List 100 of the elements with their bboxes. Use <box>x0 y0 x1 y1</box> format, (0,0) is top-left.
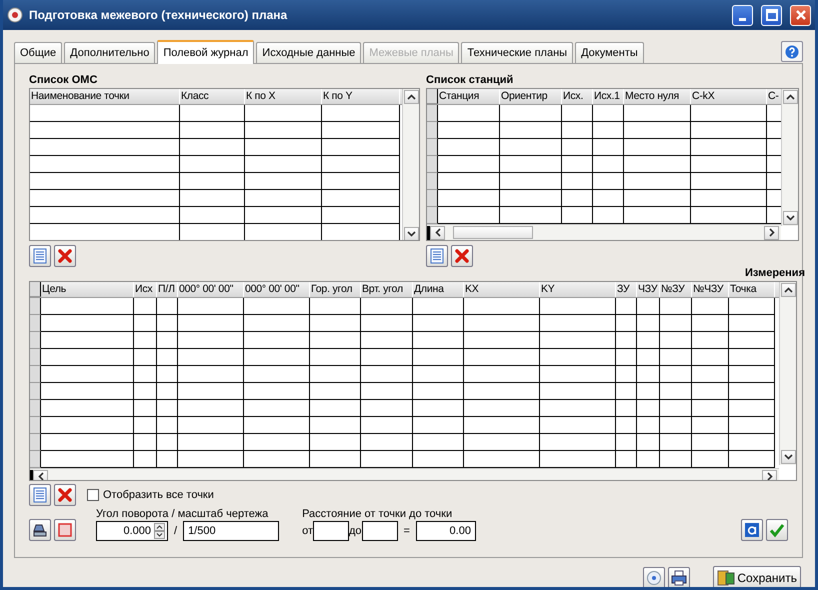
table-cell <box>134 434 157 451</box>
row-header-cell[interactable] <box>30 451 41 468</box>
vertical-scrollbar[interactable] <box>402 89 419 240</box>
row-header-cell[interactable] <box>427 190 438 207</box>
row-header-cell[interactable] <box>427 156 438 173</box>
column-header[interactable]: Исх <box>134 282 157 297</box>
column-header[interactable]: Врт. угол <box>361 282 413 297</box>
from-point-field[interactable] <box>312 521 349 541</box>
row-marker <box>30 470 33 480</box>
scroll-up-button[interactable] <box>782 90 798 104</box>
column-header[interactable]: Место нуля <box>624 89 691 104</box>
table-cell <box>244 400 310 417</box>
scroll-right-button[interactable] <box>762 470 777 480</box>
column-header[interactable]: П/Л <box>157 282 178 297</box>
column-header[interactable]: 000° 00' 00" <box>244 282 310 297</box>
column-header[interactable]: KY <box>540 282 616 297</box>
tab[interactable]: Исходные данные <box>256 42 362 63</box>
table-cell <box>244 366 310 383</box>
column-header[interactable]: Точка <box>729 282 775 297</box>
scale-field[interactable]: 1/500 <box>183 521 280 541</box>
row-header-cell[interactable] <box>30 417 41 434</box>
row-header-cell[interactable] <box>30 434 41 451</box>
row-header-cell[interactable] <box>427 105 438 122</box>
confirm-button[interactable] <box>766 519 788 541</box>
column-header[interactable]: С-kX <box>691 89 767 104</box>
row-header-cell[interactable] <box>427 122 438 139</box>
column-header[interactable]: Гор. угол <box>310 282 361 297</box>
add-record-button[interactable] <box>29 245 51 267</box>
checkbox[interactable] <box>87 489 99 501</box>
tool-button[interactable] <box>29 519 51 541</box>
row-header-cell[interactable] <box>30 366 41 383</box>
column-header[interactable]: Цель <box>41 282 134 297</box>
scroll-up-button[interactable] <box>404 90 418 104</box>
column-header[interactable]: №ЧЗУ <box>692 282 729 297</box>
column-header[interactable]: Класс <box>180 89 245 104</box>
stop-button[interactable] <box>54 519 76 541</box>
row-header-cell[interactable] <box>427 173 438 190</box>
print-button[interactable] <box>668 567 690 587</box>
maximize-button[interactable] <box>761 4 782 26</box>
add-record-button[interactable] <box>426 245 448 267</box>
tab[interactable]: Общие <box>14 42 62 63</box>
column-header[interactable]: Длина <box>413 282 464 297</box>
scroll-down-button[interactable] <box>404 227 418 240</box>
distance-result-field[interactable]: 0.00 <box>416 521 476 541</box>
table-cell <box>593 122 624 139</box>
add-record-button[interactable] <box>29 484 51 506</box>
table-cell <box>637 315 660 332</box>
tab[interactable]: Технические планы <box>461 42 574 63</box>
minimize-button[interactable] <box>732 4 753 26</box>
row-header-cell[interactable] <box>30 383 41 400</box>
column-header[interactable]: К по Y <box>322 89 400 104</box>
to-point-field[interactable] <box>362 521 398 541</box>
save-button[interactable]: Сохранить <box>713 566 801 587</box>
table-cell <box>637 332 660 349</box>
column-header[interactable]: Станция <box>438 89 500 104</box>
vertical-scrollbar[interactable] <box>781 89 798 226</box>
table-cell <box>310 417 361 434</box>
column-header[interactable]: 000° 00' 00" <box>178 282 244 297</box>
table-cell <box>361 366 413 383</box>
column-header[interactable]: ЗУ <box>616 282 637 297</box>
horizontal-scrollbar[interactable] <box>427 224 781 240</box>
column-header[interactable]: Ориентир <box>500 89 562 104</box>
row-header-cell[interactable] <box>427 139 438 156</box>
tab[interactable]: Дополнительно <box>64 42 156 63</box>
table-cell <box>180 156 245 173</box>
tab[interactable]: Полевой журнал <box>157 40 254 64</box>
column-header[interactable]: К по X <box>245 89 322 104</box>
column-header[interactable]: Исх. <box>562 89 593 104</box>
row-header-cell[interactable] <box>30 349 41 366</box>
horizontal-scrollbar[interactable] <box>30 468 779 480</box>
column-header[interactable]: Наименование точки <box>30 89 180 104</box>
scroll-down-button[interactable] <box>782 211 798 225</box>
angle-spin-field[interactable]: 0.000 <box>96 521 168 541</box>
scroll-down-button[interactable] <box>780 450 796 464</box>
column-header[interactable]: Исх.1 <box>593 89 624 104</box>
tool-button[interactable] <box>741 519 763 541</box>
row-header-cell[interactable] <box>30 332 41 349</box>
table-cell <box>157 400 178 417</box>
row-header-cell[interactable] <box>30 298 41 315</box>
help-button[interactable] <box>781 41 803 62</box>
table-cell <box>692 383 729 400</box>
scroll-left-button[interactable] <box>33 470 48 480</box>
column-header[interactable]: №ЗУ <box>660 282 692 297</box>
scroll-left-button[interactable] <box>430 226 445 240</box>
row-header-cell[interactable] <box>427 207 438 224</box>
tab[interactable]: Документы <box>575 42 644 63</box>
scroll-thumb[interactable] <box>453 226 533 239</box>
row-header-cell[interactable] <box>30 400 41 417</box>
delete-button[interactable] <box>54 245 76 267</box>
delete-button[interactable] <box>451 245 473 267</box>
column-header[interactable]: KX <box>464 282 540 297</box>
column-header[interactable]: ЧЗУ <box>637 282 660 297</box>
close-button[interactable] <box>790 4 811 26</box>
row-header-cell[interactable] <box>30 315 41 332</box>
scroll-up-button[interactable] <box>780 283 796 297</box>
vertical-scrollbar[interactable] <box>779 282 796 465</box>
row-header-cell <box>30 282 41 297</box>
table-cell <box>178 298 244 315</box>
delete-button[interactable] <box>54 484 76 506</box>
scroll-right-button[interactable] <box>764 226 779 240</box>
